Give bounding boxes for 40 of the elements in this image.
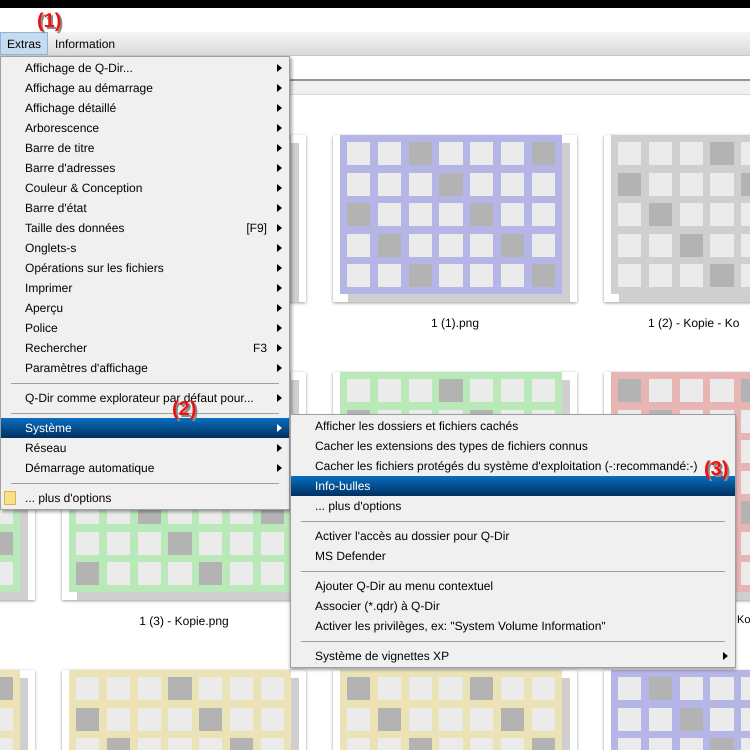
menu-item[interactable]: Onglets-s xyxy=(25,239,76,257)
menu-item[interactable]: Associer (*.qdr) à Q-Dir xyxy=(315,597,440,615)
menu-item[interactable]: Ajouter Q-Dir au menu contextuel xyxy=(315,577,494,595)
menu-item[interactable]: Barre d'état xyxy=(25,199,87,217)
folder-icon xyxy=(4,491,16,505)
menu-item[interactable]: Activer les privilèges, ex: "System Volume Information" xyxy=(315,617,606,635)
menu-item[interactable]: Système de vignettes XP xyxy=(315,647,450,665)
menu-item[interactable]: Opérations sur les fichiers xyxy=(25,259,164,277)
menu-item[interactable]: Barre de titre xyxy=(25,139,94,157)
menu-item[interactable]: Système xyxy=(1,418,289,438)
menu-item[interactable]: MS Defender xyxy=(315,547,386,565)
menu-item[interactable]: ... plus d'options xyxy=(315,497,402,515)
menu-item[interactable]: Police xyxy=(25,319,58,337)
menu-item[interactable]: Taille des données xyxy=(25,219,124,237)
menu-item[interactable]: Réseau xyxy=(25,439,66,457)
menu-item[interactable]: Rechercher xyxy=(25,339,88,357)
shortcut-label: F3 xyxy=(252,340,267,357)
menu-item[interactable]: Activer l'accès au dossier pour Q-Dir xyxy=(315,527,510,545)
file-name: 1 (2) - Kopie - Ko xyxy=(648,316,740,330)
menu-item[interactable]: Aperçu xyxy=(25,299,64,317)
menu-item[interactable]: Arborescence xyxy=(25,119,100,137)
menu-item[interactable]: Affichage au démarrage xyxy=(25,79,153,97)
menu-item[interactable]: Imprimer xyxy=(25,279,72,297)
menu-item[interactable]: Démarrage automatique xyxy=(25,459,154,477)
menu-item[interactable]: Affichage de Q-Dir... xyxy=(25,59,133,77)
menu-bar-item[interactable]: Information xyxy=(48,32,122,55)
menu-item[interactable]: Couleur & Conception xyxy=(25,179,142,197)
menu-item[interactable]: ... plus d'options xyxy=(25,489,112,507)
step-marker: (1) xyxy=(37,9,62,34)
menu-bar-item[interactable]: Extras xyxy=(0,32,48,55)
file-name: 1 (3) - Kopie.png xyxy=(139,614,229,628)
menu-item[interactable]: Paramètres d'affichage xyxy=(25,359,148,377)
file-name: 1 (1).png xyxy=(430,316,480,330)
menu-item[interactable]: Cacher les extensions des types de fichiers connus xyxy=(315,437,588,455)
file-name: Ko xyxy=(737,614,750,626)
menu-item[interactable]: Barre d'adresses xyxy=(25,159,116,177)
shortcut-label: [F9] xyxy=(246,220,267,237)
menu-item[interactable]: Afficher les dossiers et fichiers cachés xyxy=(315,417,518,435)
menu-item[interactable]: Cacher les fichiers protégés du système d'exploitation (-:recommandé:-) xyxy=(315,457,698,475)
menu-item[interactable]: Affichage détaillé xyxy=(25,99,116,117)
